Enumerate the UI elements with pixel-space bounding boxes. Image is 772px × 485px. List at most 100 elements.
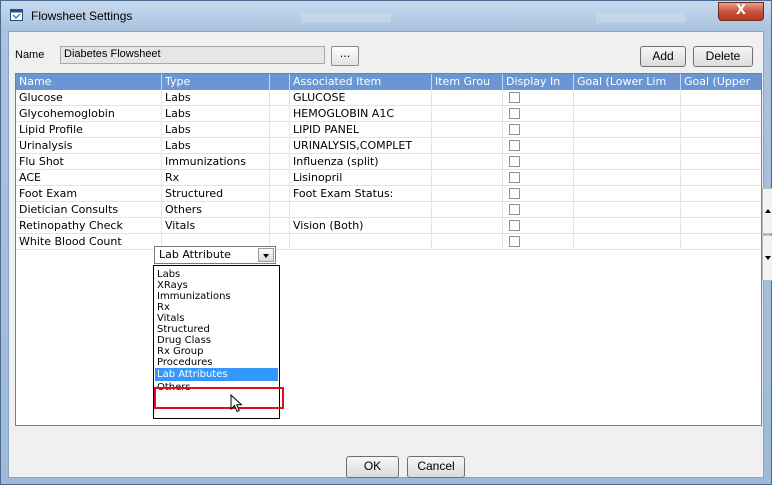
item-group-cell[interactable] bbox=[432, 122, 503, 138]
type-cell[interactable]: Immunizations bbox=[162, 154, 270, 170]
associated-item-cell[interactable]: Influenza (split) bbox=[290, 154, 432, 170]
display-in-cell[interactable] bbox=[503, 154, 574, 170]
name-cell[interactable]: Retinopathy Check bbox=[16, 218, 162, 234]
associated-item-cell[interactable]: Lisinopril bbox=[290, 170, 432, 186]
display-in-checkbox[interactable] bbox=[509, 92, 520, 103]
type-cell[interactable]: Labs bbox=[162, 106, 270, 122]
col-type-header[interactable]: Type bbox=[162, 74, 270, 90]
dropdown-option[interactable]: Lab Attributes bbox=[155, 368, 278, 381]
display-in-checkbox[interactable] bbox=[509, 108, 520, 119]
dropdown-option[interactable]: XRays bbox=[155, 280, 278, 291]
item-group-cell[interactable] bbox=[432, 154, 503, 170]
display-in-checkbox[interactable] bbox=[509, 188, 520, 199]
display-in-cell[interactable] bbox=[503, 170, 574, 186]
col-item-group-header[interactable]: Item Grou bbox=[432, 74, 503, 90]
blank-cell[interactable] bbox=[270, 106, 290, 122]
type-cell[interactable]: Vitals bbox=[162, 218, 270, 234]
scroll-down-arrow[interactable] bbox=[762, 235, 772, 281]
name-cell[interactable]: Glucose bbox=[16, 90, 162, 106]
table-row[interactable]: ACE Rx Lisinopril bbox=[16, 170, 761, 186]
name-cell[interactable]: Urinalysis bbox=[16, 138, 162, 154]
table-row[interactable]: Flu Shot Immunizations Influenza (split) bbox=[16, 154, 761, 170]
blank-cell[interactable] bbox=[270, 202, 290, 218]
goal-lower-cell[interactable] bbox=[574, 186, 681, 202]
dropdown-option[interactable]: Labs bbox=[155, 269, 278, 280]
flowsheet-grid[interactable]: Name Type Associated Item Item Grou Display … bbox=[15, 73, 762, 426]
goal-lower-cell[interactable] bbox=[574, 202, 681, 218]
display-in-checkbox[interactable] bbox=[509, 204, 520, 215]
name-cell[interactable]: Flu Shot bbox=[16, 154, 162, 170]
goal-upper-cell[interactable] bbox=[681, 106, 761, 122]
goal-upper-cell[interactable] bbox=[681, 186, 761, 202]
display-in-cell[interactable] bbox=[503, 218, 574, 234]
dropdown-option[interactable]: Procedures bbox=[155, 357, 278, 368]
browse-button[interactable]: ... bbox=[331, 46, 359, 66]
name-cell[interactable]: Lipid Profile bbox=[16, 122, 162, 138]
item-group-cell[interactable] bbox=[432, 170, 503, 186]
col-name-header[interactable]: Name bbox=[16, 74, 162, 90]
blank-cell[interactable] bbox=[270, 170, 290, 186]
display-in-cell[interactable] bbox=[503, 138, 574, 154]
display-in-cell[interactable] bbox=[503, 122, 574, 138]
type-cell[interactable]: Others bbox=[162, 202, 270, 218]
dropdown-option[interactable]: Immunizations bbox=[155, 291, 278, 302]
col-goal-upper-header[interactable]: Goal (Upper bbox=[681, 74, 761, 90]
associated-item-cell[interactable]: Vision (Both) bbox=[290, 218, 432, 234]
table-row[interactable]: Glucose Labs GLUCOSE bbox=[16, 90, 761, 106]
scroll-up-arrow[interactable] bbox=[762, 188, 772, 234]
goal-lower-cell[interactable] bbox=[574, 90, 681, 106]
goal-lower-cell[interactable] bbox=[574, 138, 681, 154]
dropdown-option[interactable]: Vitals bbox=[155, 313, 278, 324]
item-group-cell[interactable] bbox=[432, 106, 503, 122]
item-group-cell[interactable] bbox=[432, 202, 503, 218]
blank-cell[interactable] bbox=[270, 218, 290, 234]
name-field[interactable]: Diabetes Flowsheet bbox=[60, 46, 325, 64]
associated-item-cell[interactable]: URINALYSIS,COMPLET bbox=[290, 138, 432, 154]
associated-item-cell[interactable]: GLUCOSE bbox=[290, 90, 432, 106]
ok-button[interactable]: OK bbox=[346, 456, 399, 478]
type-cell[interactable]: Labs bbox=[162, 122, 270, 138]
table-row[interactable]: Dietician Consults Others bbox=[16, 202, 761, 218]
goal-upper-cell[interactable] bbox=[681, 90, 761, 106]
col-display-in-header[interactable]: Display In bbox=[503, 74, 574, 90]
item-group-cell[interactable] bbox=[432, 218, 503, 234]
type-cell[interactable]: Structured bbox=[162, 186, 270, 202]
associated-item-cell[interactable]: Foot Exam Status: bbox=[290, 186, 432, 202]
col-associated-item-header[interactable]: Associated Item bbox=[290, 74, 432, 90]
name-cell[interactable]: Dietician Consults bbox=[16, 202, 162, 218]
goal-upper-cell[interactable] bbox=[681, 170, 761, 186]
add-button[interactable]: Add bbox=[640, 46, 686, 67]
goal-upper-cell[interactable] bbox=[681, 234, 761, 250]
goal-upper-cell[interactable] bbox=[681, 122, 761, 138]
table-row[interactable]: White Blood Count bbox=[16, 234, 761, 250]
dropdown-option[interactable]: Structured bbox=[155, 324, 278, 335]
name-cell[interactable]: Glycohemoglobin bbox=[16, 106, 162, 122]
table-row[interactable]: Urinalysis Labs URINALYSIS,COMPLET bbox=[16, 138, 761, 154]
name-cell[interactable]: Foot Exam bbox=[16, 186, 162, 202]
type-cell[interactable]: Labs bbox=[162, 138, 270, 154]
blank-cell[interactable] bbox=[270, 122, 290, 138]
dropdown-option[interactable]: Drug Class bbox=[155, 335, 278, 346]
display-in-cell[interactable] bbox=[503, 234, 574, 250]
table-row[interactable]: Foot Exam Structured Foot Exam Status: bbox=[16, 186, 761, 202]
goal-lower-cell[interactable] bbox=[574, 122, 681, 138]
name-cell[interactable]: White Blood Count bbox=[16, 234, 162, 250]
display-in-cell[interactable] bbox=[503, 186, 574, 202]
name-cell[interactable]: ACE bbox=[16, 170, 162, 186]
goal-upper-cell[interactable] bbox=[681, 138, 761, 154]
title-bar[interactable]: Flowsheet Settings X bbox=[1, 1, 771, 31]
display-in-checkbox[interactable] bbox=[509, 220, 520, 231]
display-in-cell[interactable] bbox=[503, 202, 574, 218]
table-row[interactable]: Glycohemoglobin Labs HEMOGLOBIN A1C bbox=[16, 106, 761, 122]
associated-item-cell[interactable]: LIPID PANEL bbox=[290, 122, 432, 138]
display-in-checkbox[interactable] bbox=[509, 140, 520, 151]
type-cell[interactable]: Rx bbox=[162, 170, 270, 186]
associated-item-cell[interactable] bbox=[290, 234, 432, 250]
col-goal-lower-header[interactable]: Goal (Lower Lim bbox=[574, 74, 681, 90]
associated-item-cell[interactable] bbox=[290, 202, 432, 218]
display-in-checkbox[interactable] bbox=[509, 156, 520, 167]
table-row[interactable]: Retinopathy Check Vitals Vision (Both) bbox=[16, 218, 761, 234]
chevron-down-icon[interactable] bbox=[258, 248, 274, 262]
blank-cell[interactable] bbox=[270, 154, 290, 170]
goal-lower-cell[interactable] bbox=[574, 170, 681, 186]
